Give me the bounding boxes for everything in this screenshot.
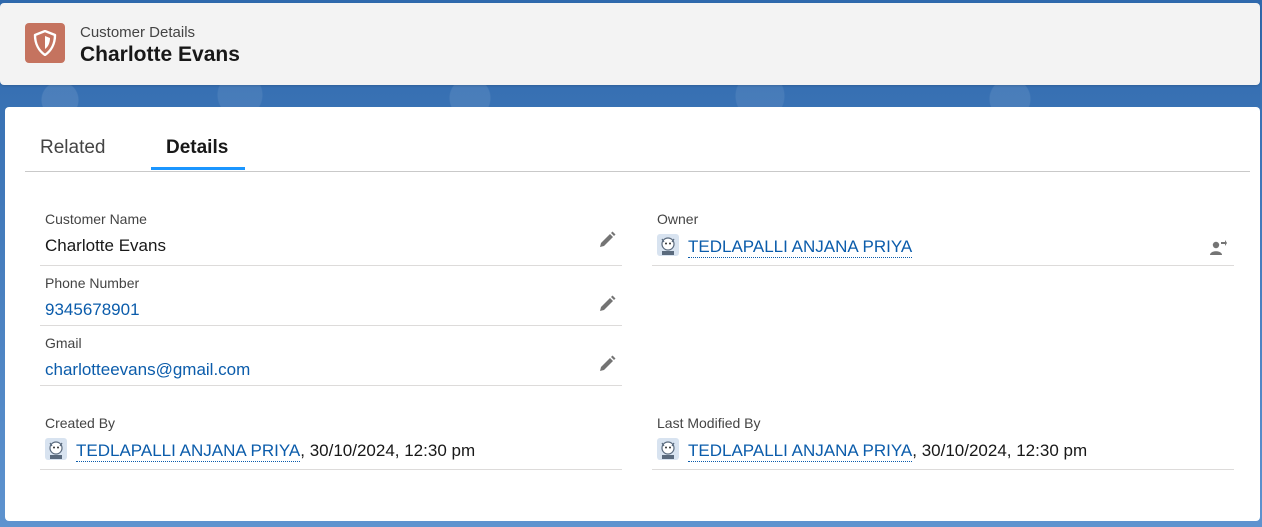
field-phone-number: Phone Number 9345678901: [40, 271, 622, 326]
field-label: Customer Name: [45, 211, 147, 227]
phone-link[interactable]: 9345678901: [45, 300, 140, 320]
field-last-modified-by: Last Modified By TEDLAPALLI ANJANA PRIYA…: [652, 411, 1234, 470]
active-tab-indicator: [151, 167, 245, 170]
field-label: Gmail: [45, 335, 82, 351]
field-label: Phone Number: [45, 275, 140, 291]
user-avatar-icon: [45, 438, 67, 460]
tab-bar: Related Details: [25, 107, 1250, 172]
last-modified-by-value: TEDLAPALLI ANJANA PRIYA , 30/10/2024, 12…: [657, 438, 1088, 462]
edit-pencil-icon[interactable]: [598, 231, 616, 249]
tab-related[interactable]: Related: [40, 137, 106, 159]
created-by-user-link[interactable]: TEDLAPALLI ANJANA PRIYA: [76, 441, 301, 462]
created-timestamp: , 30/10/2024, 12:30 pm: [300, 441, 476, 460]
tab-details[interactable]: Details: [166, 137, 228, 159]
object-label: Customer Details: [80, 24, 196, 41]
field-label: Owner: [657, 211, 699, 227]
details-card: Related Details Customer Name Charlotte …: [5, 107, 1260, 521]
last-modified-by-user-link[interactable]: TEDLAPALLI ANJANA PRIYA: [688, 441, 913, 462]
field-created-by: Created By TEDLAPALLI ANJANA PRIYA , 30/…: [40, 411, 622, 470]
field-value: Charlotte Evans: [45, 236, 166, 255]
field-owner: Owner TEDLAPALLI ANJANA PRIYA: [652, 207, 1234, 266]
record-header: Customer Details Charlotte Evans: [0, 3, 1260, 85]
edit-pencil-icon[interactable]: [598, 355, 616, 373]
edit-pencil-icon[interactable]: [598, 295, 616, 313]
field-gmail: Gmail charlotteevans@gmail.com: [40, 331, 622, 386]
last-modified-timestamp: , 30/10/2024, 12:30 pm: [912, 441, 1088, 460]
page-title: Charlotte Evans: [80, 43, 240, 66]
owner-user-link[interactable]: TEDLAPALLI ANJANA PRIYA: [688, 237, 913, 258]
created-by-value: TEDLAPALLI ANJANA PRIYA , 30/10/2024, 12…: [45, 438, 476, 462]
shield-icon: [25, 23, 65, 63]
field-customer-name: Customer Name Charlotte Evans: [40, 207, 622, 266]
field-label: Last Modified By: [657, 415, 761, 431]
owner-value: TEDLAPALLI ANJANA PRIYA: [657, 234, 913, 258]
field-label: Created By: [45, 415, 116, 431]
user-avatar-icon: [657, 234, 679, 256]
user-avatar-icon: [657, 438, 679, 460]
email-link[interactable]: charlotteevans@gmail.com: [45, 360, 250, 380]
change-owner-icon[interactable]: [1209, 239, 1227, 257]
